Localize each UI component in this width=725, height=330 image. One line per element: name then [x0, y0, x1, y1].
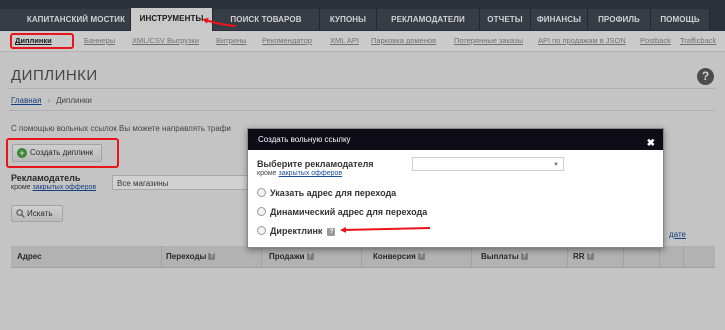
- create-free-link-dialog: Создать вольную ссылку ✖ Выберите реклам…: [247, 128, 664, 248]
- radio-button[interactable]: [257, 188, 266, 198]
- sublabel-prefix: кроме: [257, 170, 277, 177]
- close-icon[interactable]: ✖: [647, 133, 655, 154]
- modal-advertiser-select[interactable]: ▼: [412, 157, 564, 171]
- highlight-box: [6, 138, 119, 168]
- radio-button[interactable]: [257, 207, 266, 217]
- question-icon[interactable]: ?: [327, 227, 336, 236]
- option-directlink[interactable]: Директлинк?: [257, 226, 336, 236]
- option-dynamic-url[interactable]: Динамический адрес для перехода: [257, 207, 427, 217]
- choose-advertiser-sublabel: кроме закрытых офферов: [257, 170, 342, 177]
- modal-closed-offers-link[interactable]: закрытых офферов: [279, 170, 343, 177]
- dialog-header: Создать вольную ссылку ✖: [248, 129, 663, 150]
- radio-button[interactable]: [257, 226, 266, 236]
- chevron-down-icon: ▼: [553, 162, 559, 168]
- dialog-title: Создать вольную ссылку: [258, 135, 351, 144]
- choose-advertiser-label: Выберите рекламодателя: [257, 159, 374, 169]
- highlight-box: [10, 33, 74, 49]
- option-specify-url[interactable]: Указать адрес для перехода: [257, 188, 396, 198]
